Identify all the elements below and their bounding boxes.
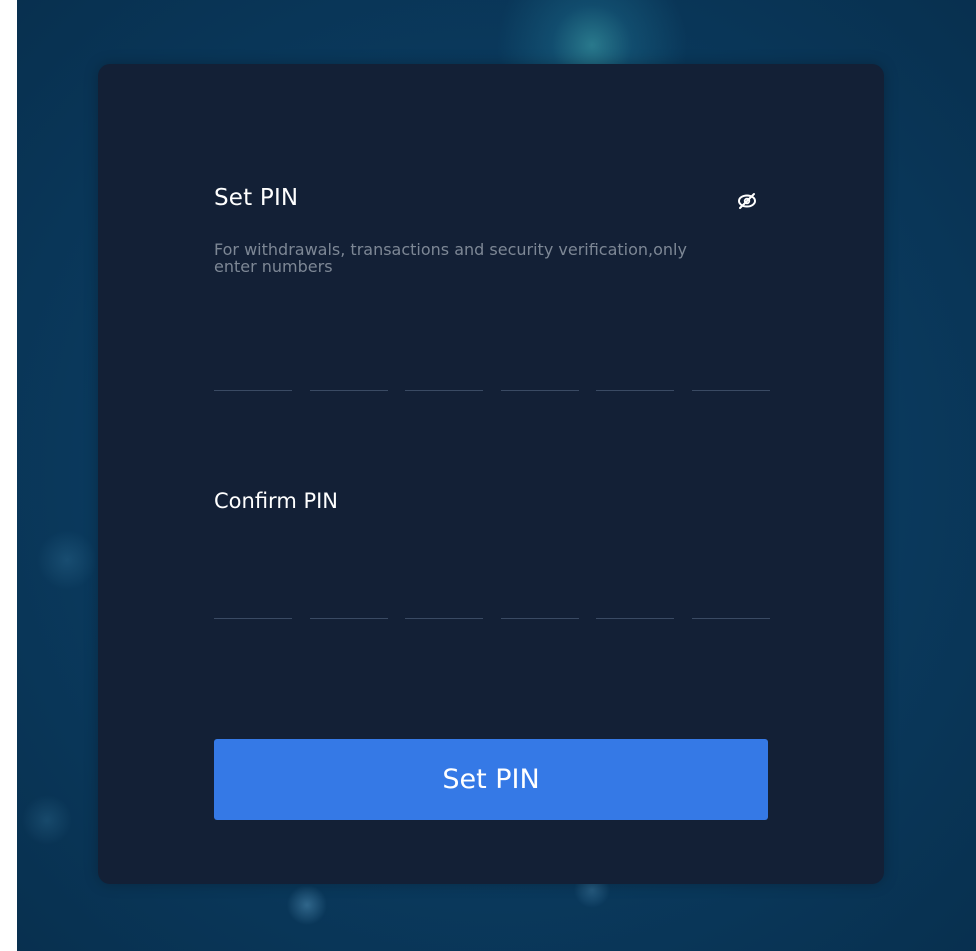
- confirm-pin-digit-1[interactable]: [214, 578, 292, 619]
- set-pin-digit-4[interactable]: [500, 350, 579, 391]
- set-pin-digit-6[interactable]: [691, 350, 770, 391]
- confirm-pin-label: Confirm PIN: [214, 489, 339, 513]
- form-description: For withdrawals, transactions and securi…: [214, 240, 687, 276]
- confirm-pin-digit-3[interactable]: [405, 578, 484, 619]
- confirm-pin-input-row: [214, 578, 770, 619]
- set-pin-digit-3[interactable]: [405, 350, 484, 391]
- confirm-pin-digit-6[interactable]: [691, 578, 770, 619]
- set-pin-button[interactable]: Set PIN: [214, 739, 768, 820]
- confirm-pin-digit-4[interactable]: [500, 578, 579, 619]
- form-title: Set PIN: [214, 185, 299, 211]
- set-pin-digit-5[interactable]: [596, 350, 675, 391]
- confirm-pin-digit-2[interactable]: [309, 578, 388, 619]
- set-pin-digit-1[interactable]: [214, 350, 292, 391]
- confirm-pin-digit-5[interactable]: [596, 578, 675, 619]
- set-pin-card: Set PIN For withdrawals, transactions an…: [98, 64, 884, 884]
- set-pin-digit-2[interactable]: [309, 350, 388, 391]
- set-pin-input-row: [214, 350, 770, 391]
- eye-off-icon[interactable]: [736, 190, 758, 212]
